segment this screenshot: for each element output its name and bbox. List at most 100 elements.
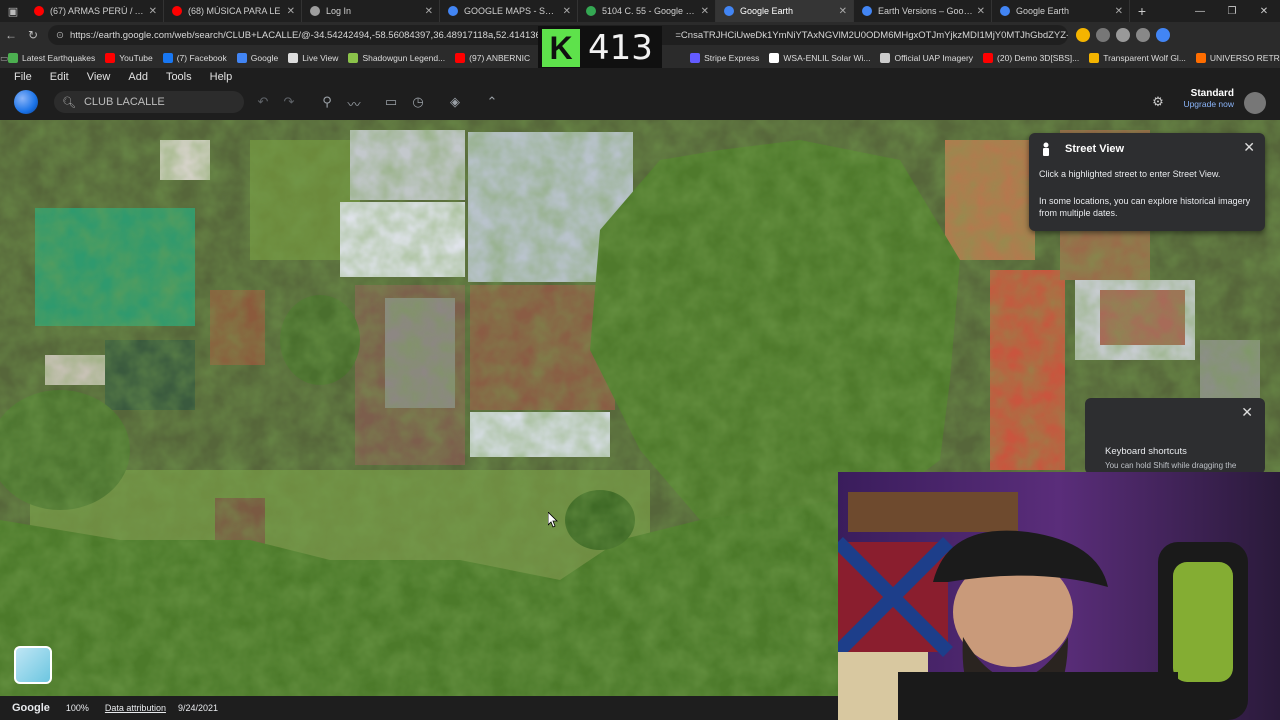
tab-title: (67) ARMAS PERÚ / ARMAS xyxy=(50,6,145,16)
bookmark-item[interactable]: Live View xyxy=(288,53,338,63)
menu-item-edit[interactable]: Edit xyxy=(50,71,69,83)
tab-close-icon[interactable]: ✕ xyxy=(425,6,433,17)
close-window-icon[interactable]: ✕ xyxy=(1248,0,1280,22)
url-tail-text: =CnsaTRJHCiUweDk1YmNiYTAxNGVlM2U0ODM6MHg… xyxy=(675,29,1068,41)
collapse-chevron-icon[interactable]: ⌃ xyxy=(483,94,501,110)
tab-close-icon[interactable]: ✕ xyxy=(287,6,295,17)
menu-item-add[interactable]: Add xyxy=(128,71,148,83)
bookmark-item[interactable]: Transparent Wolf Gl... xyxy=(1089,53,1186,63)
tab-close-icon[interactable]: ✕ xyxy=(977,6,985,17)
tab-close-icon[interactable]: ✕ xyxy=(839,6,847,17)
search-input[interactable]: CLUB LACALLE xyxy=(84,96,165,108)
bookmark-favicon-icon xyxy=(288,53,299,63)
menu-item-tools[interactable]: Tools xyxy=(166,71,192,83)
bookmark-item[interactable]: Latest Earthquakes xyxy=(8,53,95,63)
browser-tab[interactable]: 5104 C. 55 - Google Maps ✕ xyxy=(578,0,716,22)
streamer-webcam-image xyxy=(838,472,1280,720)
bookmark-item[interactable]: (7) Facebook xyxy=(162,53,227,63)
extensions-area xyxy=(1076,28,1170,42)
plan-name: Standard xyxy=(1190,88,1234,99)
bookmark-label: WSA-ENLIL Solar Wi... xyxy=(783,53,871,63)
settings-gear-icon[interactable]: ⚙ xyxy=(1149,94,1167,110)
bookmark-favicon-icon xyxy=(880,53,891,63)
earth-logo-icon[interactable] xyxy=(14,90,38,114)
url-text: https://earth.google.com/web/search/CLUB… xyxy=(69,29,552,41)
browser-tab[interactable]: Google Earth ✕ xyxy=(716,0,854,22)
tab-close-icon[interactable]: ✕ xyxy=(563,6,571,17)
menu-item-view[interactable]: View xyxy=(87,71,111,83)
account-avatar[interactable] xyxy=(1244,92,1266,114)
bookmark-favicon-icon xyxy=(455,53,466,63)
bookmark-item[interactable]: YouTube xyxy=(105,53,153,63)
keyboard-shortcuts-title: Keyboard shortcuts xyxy=(1105,446,1187,457)
map-style-button[interactable] xyxy=(14,646,52,684)
bookmark-label: Latest Earthquakes xyxy=(22,53,96,63)
tab-close-icon[interactable]: ✕ xyxy=(701,6,709,17)
mouse-cursor-icon xyxy=(548,512,558,528)
profile-avatar[interactable] xyxy=(1136,28,1150,42)
tab-search-icon[interactable]: ▣ xyxy=(0,0,26,22)
imagery-date: 9/24/2021 xyxy=(177,703,219,713)
bookmark-item[interactable]: Shadowgun Legend... xyxy=(348,53,445,63)
earth-status-bar: Google 100% Data attribution 9/24/2021 xyxy=(0,696,838,720)
browser-tab[interactable]: (68) MÚSICA PARA LE ✕ xyxy=(164,0,302,22)
tab-title: Log In xyxy=(326,6,352,16)
tab-close-icon[interactable]: ✕ xyxy=(149,6,157,17)
redo-icon[interactable]: ↷ xyxy=(280,94,298,110)
gemini-icon[interactable] xyxy=(1156,28,1170,42)
site-info-icon[interactable]: ⊙ xyxy=(56,30,64,41)
bookmark-item[interactable]: UNIVERSO RETRO... xyxy=(1195,53,1280,63)
keyboard-shortcuts-tip: ✕ Keyboard shortcuts You can hold Shift … xyxy=(1085,398,1265,474)
bookmark-item[interactable]: Stripe Express xyxy=(690,53,759,63)
bookmark-favicon-icon xyxy=(236,53,247,63)
earth-toolbar: 🔍︎ CLUB LACALLE ↶ ↷ ⚲ 〰 ▭ ◷ ◈ ⌃ ⚙ Standa… xyxy=(0,86,1280,120)
browser-tab[interactable]: Log In ✕ xyxy=(302,0,440,22)
plan-indicator[interactable]: Standard Upgrade now xyxy=(1183,88,1234,109)
tab-favicon-icon xyxy=(34,6,44,16)
search-box[interactable]: 🔍︎ CLUB LACALLE xyxy=(54,91,244,113)
back-icon[interactable]: ← xyxy=(0,28,22,42)
layers-icon[interactable]: ◈ xyxy=(446,94,464,110)
extension-icon[interactable] xyxy=(1116,28,1130,42)
bookmark-label: (7) Facebook xyxy=(176,53,227,63)
bookmark-item[interactable]: WSA-ENLIL Solar Wi... xyxy=(769,53,870,63)
bookmark-item[interactable]: Google xyxy=(236,53,278,63)
bookmark-label: Stripe Express xyxy=(704,53,760,63)
street-view-pegman-icon xyxy=(1039,142,1053,156)
measure-icon[interactable]: ▭ xyxy=(382,94,400,110)
tab-favicon-icon xyxy=(586,6,596,16)
tab-favicon-icon xyxy=(310,6,320,16)
undo-icon[interactable]: ↶ xyxy=(254,94,272,110)
tab-close-icon[interactable]: ✕ xyxy=(1115,6,1123,17)
close-icon[interactable]: ✕ xyxy=(1241,404,1253,421)
browser-tab[interactable]: (67) ARMAS PERÚ / ARMAS ✕ xyxy=(26,0,164,22)
extension-icon[interactable] xyxy=(1076,28,1090,42)
bookmark-favicon-icon xyxy=(348,53,359,63)
bookmark-label: (20) Demo 3D[SBS]... xyxy=(997,53,1080,63)
data-attribution-link[interactable]: Data attribution xyxy=(105,703,166,713)
browser-tab[interactable]: GOOGLE MAPS - Search ✕ xyxy=(440,0,578,22)
extension-icon[interactable] xyxy=(1096,28,1110,42)
new-tab-button[interactable]: + xyxy=(1130,0,1154,22)
history-icon[interactable]: ◷ xyxy=(409,94,427,110)
apps-icon[interactable]: ▭ xyxy=(0,53,8,64)
browser-tab[interactable]: Earth Versions – Google Ea ✕ xyxy=(854,0,992,22)
menu-item-file[interactable]: File xyxy=(14,71,32,83)
webcam-overlay xyxy=(838,472,1280,720)
close-icon[interactable]: ✕ xyxy=(1243,139,1255,156)
counter-value: 413 xyxy=(588,28,653,68)
menu-item-help[interactable]: Help xyxy=(210,71,233,83)
street-view-title: Street View xyxy=(1065,143,1125,155)
placemark-icon[interactable]: ⚲ xyxy=(318,94,336,110)
bookmark-item[interactable]: Official UAP Imagery xyxy=(880,53,973,63)
bookmark-favicon-icon xyxy=(983,53,994,63)
browser-tab[interactable]: Google Earth ✕ xyxy=(992,0,1130,22)
minimize-icon[interactable]: — xyxy=(1184,0,1216,22)
maximize-icon[interactable]: ❐ xyxy=(1216,0,1248,22)
upgrade-link[interactable]: Upgrade now xyxy=(1183,99,1234,109)
reload-icon[interactable]: ↻ xyxy=(22,28,44,42)
bookmark-item[interactable]: (20) Demo 3D[SBS]... xyxy=(983,53,1079,63)
earth-menu-bar: File Edit View Add Tools Help xyxy=(0,68,1280,86)
bookmark-item[interactable]: (97) ANBERNIC xyxy=(455,53,530,63)
path-icon[interactable]: 〰 xyxy=(345,94,363,113)
